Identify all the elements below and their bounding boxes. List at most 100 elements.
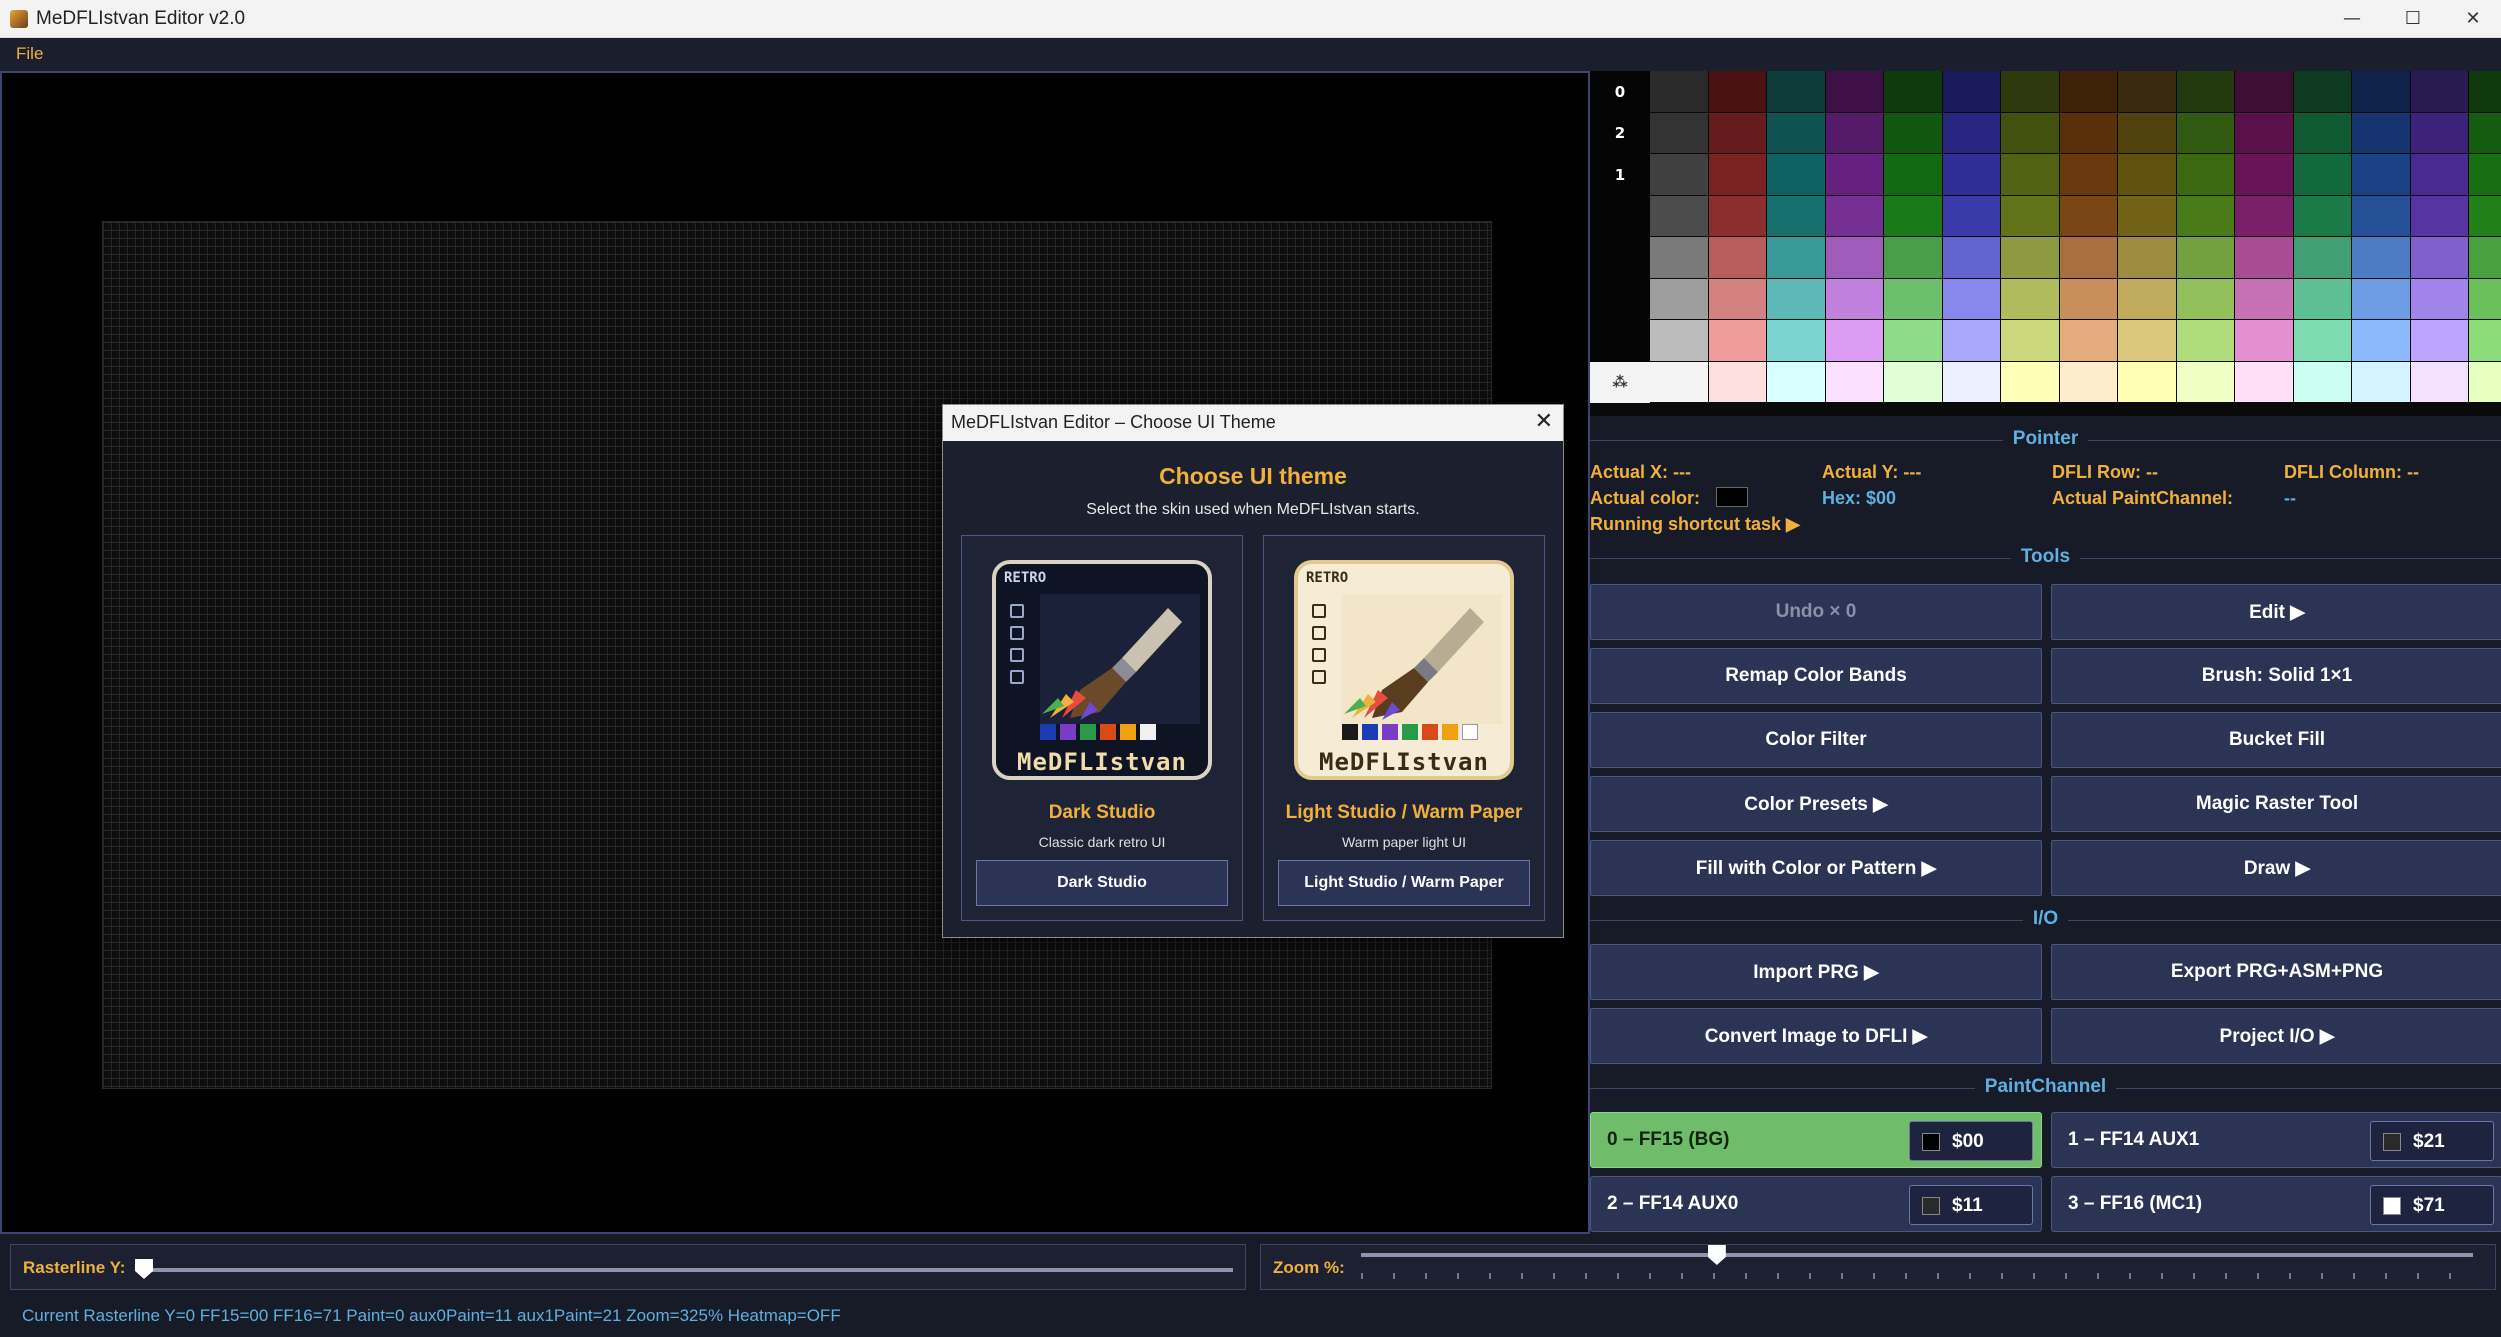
palette-color-cell[interactable] (1884, 112, 1942, 153)
palette-color-cell[interactable] (2410, 278, 2468, 319)
palette-color-cell[interactable] (2059, 278, 2117, 319)
palette-color-cell[interactable] (2469, 112, 2501, 153)
palette-color-cell[interactable] (2176, 195, 2234, 236)
palette-color-cell[interactable] (2235, 195, 2293, 236)
rasterline-slider-thumb[interactable] (135, 1259, 153, 1279)
palette-color-cell[interactable] (1708, 320, 1766, 361)
palette-color-cell[interactable] (2352, 278, 2410, 319)
menu-file[interactable]: File (16, 44, 43, 64)
palette-color-cell[interactable] (2235, 361, 2293, 402)
palette-color-cell[interactable] (2410, 112, 2468, 153)
palette-color-cell[interactable] (2176, 112, 2234, 153)
palette-color-cell[interactable] (2001, 71, 2059, 112)
palette-color-cell[interactable] (2293, 278, 2351, 319)
palette-color-cell[interactable] (2001, 154, 2059, 195)
palette-color-cell[interactable] (1942, 361, 2000, 402)
palette-color-cell[interactable] (2001, 361, 2059, 402)
palette-color-cell[interactable] (2293, 195, 2351, 236)
palette-color-cell[interactable] (2235, 71, 2293, 112)
palette-color-cell[interactable] (2410, 154, 2468, 195)
palette-color-cell[interactable] (1708, 195, 1766, 236)
color-presets-button[interactable]: Color Presets ▶ (1590, 776, 2042, 832)
undo-button[interactable]: Undo × 0 (1590, 584, 2042, 640)
palette-color-cell[interactable] (1767, 195, 1825, 236)
palette-color-cell[interactable] (2293, 320, 2351, 361)
import-prg-button[interactable]: Import PRG ▶ (1590, 944, 2042, 1000)
export-prg-button[interactable]: Export PRG+ASM+PNG (2051, 944, 2501, 1000)
palette-color-cell[interactable] (1650, 154, 1708, 195)
paintchannel-3-button[interactable]: 3 – FF16 (MC1) $71 (2051, 1176, 2501, 1232)
palette-color-cell[interactable] (1942, 112, 2000, 153)
zoom-slider-track[interactable] (1361, 1253, 2473, 1257)
palette-color-cell[interactable] (2176, 237, 2234, 278)
fill-color-pattern-button[interactable]: Fill with Color or Pattern ▶ (1590, 840, 2042, 896)
palette-color-cell[interactable] (1825, 195, 1883, 236)
paintchannel-3-color[interactable]: $71 (2370, 1185, 2494, 1225)
palette-color-cell[interactable] (2293, 71, 2351, 112)
palette-color-cell[interactable] (2352, 71, 2410, 112)
convert-image-button[interactable]: Convert Image to DFLI ▶ (1590, 1008, 2042, 1064)
theme-card-dark[interactable]: RETRO MeDFLIstvan Dark Studio Classic da… (961, 535, 1243, 921)
palette-color-cell[interactable] (1884, 361, 1942, 402)
palette-color-cell[interactable] (2059, 237, 2117, 278)
light-studio-button[interactable]: Light Studio / Warm Paper (1278, 860, 1530, 906)
palette-color-cell[interactable] (2118, 195, 2176, 236)
palette-color-cell[interactable] (1825, 361, 1883, 402)
palette-color-cell[interactable] (1650, 112, 1708, 153)
palette-color-cell[interactable] (1767, 237, 1825, 278)
palette-color-cell[interactable] (2059, 320, 2117, 361)
color-palette[interactable]: 0 2 1 ⁂ (1590, 71, 2501, 416)
palette-color-cell[interactable] (2352, 195, 2410, 236)
palette-color-cell[interactable] (2352, 237, 2410, 278)
palette-color-cell[interactable] (1942, 71, 2000, 112)
palette-color-cell[interactable] (1942, 237, 2000, 278)
paintchannel-2-button[interactable]: 2 – FF14 AUX0 $11 (1590, 1176, 2042, 1232)
edit-menu-button[interactable]: Edit ▶ (2051, 584, 2501, 640)
palette-color-cell[interactable] (2410, 237, 2468, 278)
palette-color-cell[interactable] (1825, 112, 1883, 153)
palette-color-cell[interactable] (2352, 320, 2410, 361)
dark-studio-button[interactable]: Dark Studio (976, 860, 1228, 906)
palette-color-cell[interactable] (2001, 320, 2059, 361)
palette-color-cell[interactable] (1650, 237, 1708, 278)
palette-color-cell[interactable] (1884, 154, 1942, 195)
dialog-close-button[interactable]: ✕ (1535, 409, 1553, 434)
palette-color-cell[interactable] (2469, 320, 2501, 361)
palette-color-cell[interactable] (1708, 361, 1766, 402)
palette-color-cell[interactable] (1650, 320, 1708, 361)
palette-color-cell[interactable] (2118, 320, 2176, 361)
palette-color-cell[interactable] (2176, 71, 2234, 112)
project-io-button[interactable]: Project I/O ▶ (2051, 1008, 2501, 1064)
palette-color-cell[interactable] (2001, 278, 2059, 319)
palette-color-cell[interactable] (2176, 320, 2234, 361)
palette-color-cell[interactable] (1825, 237, 1883, 278)
palette-color-cell[interactable] (2293, 154, 2351, 195)
palette-color-cell[interactable] (1942, 195, 2000, 236)
palette-color-cell[interactable] (2235, 278, 2293, 319)
palette-color-cell[interactable] (1650, 71, 1708, 112)
palette-color-cell[interactable] (2352, 154, 2410, 195)
palette-color-cell[interactable] (2235, 237, 2293, 278)
palette-color-cell[interactable] (1884, 71, 1942, 112)
palette-color-cell[interactable] (2176, 154, 2234, 195)
palette-color-cell[interactable] (1884, 237, 1942, 278)
palette-color-cell[interactable] (1767, 320, 1825, 361)
palette-color-cell[interactable] (1942, 320, 2000, 361)
palette-color-cell[interactable] (2176, 278, 2234, 319)
palette-color-cell[interactable] (2410, 320, 2468, 361)
paintchannel-1-button[interactable]: 1 – FF14 AUX1 $21 (2051, 1112, 2501, 1168)
palette-color-cell[interactable] (2410, 71, 2468, 112)
palette-color-cell[interactable] (1942, 154, 2000, 195)
palette-color-cell[interactable] (1825, 154, 1883, 195)
brush-button[interactable]: Brush: Solid 1×1 (2051, 648, 2501, 704)
palette-color-cell[interactable] (1708, 154, 1766, 195)
palette-color-cell[interactable] (2235, 320, 2293, 361)
palette-color-cell[interactable] (1767, 71, 1825, 112)
palette-color-cell[interactable] (2118, 154, 2176, 195)
palette-color-cell[interactable] (1884, 278, 1942, 319)
draw-button[interactable]: Draw ▶ (2051, 840, 2501, 896)
palette-color-cell[interactable] (2059, 154, 2117, 195)
palette-color-cell[interactable] (1884, 195, 1942, 236)
palette-color-cell[interactable] (2059, 361, 2117, 402)
palette-color-cell[interactable] (2469, 361, 2501, 402)
